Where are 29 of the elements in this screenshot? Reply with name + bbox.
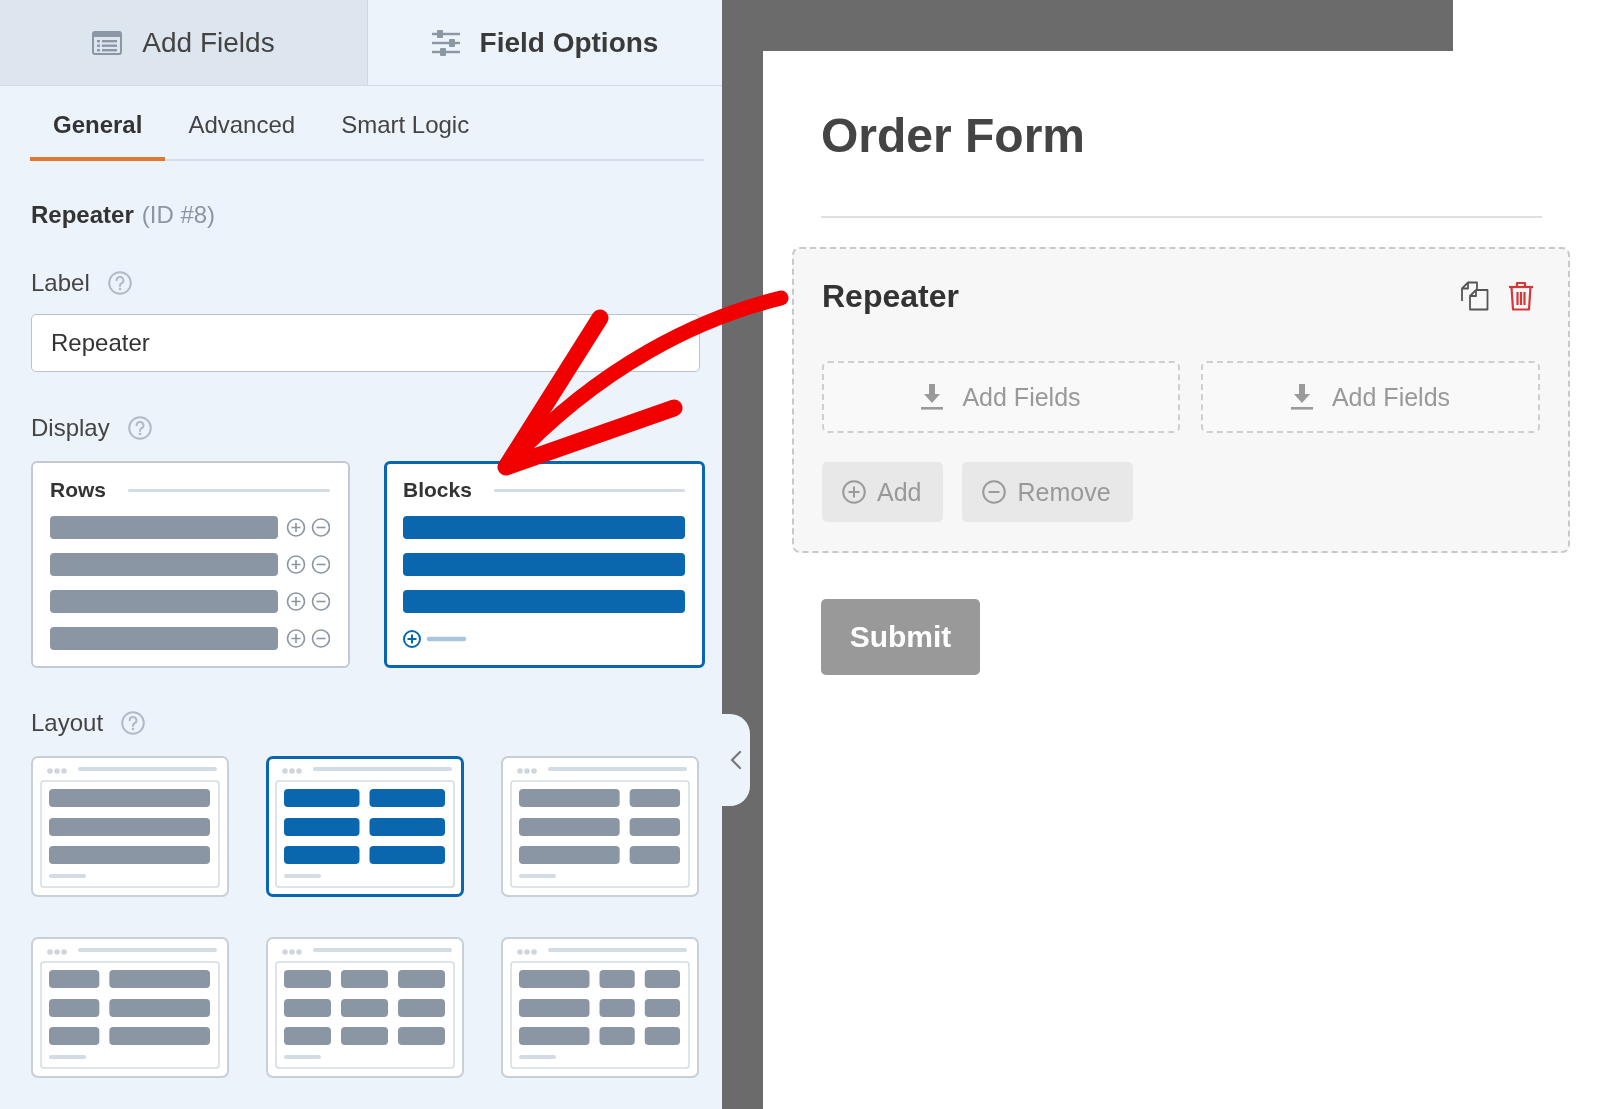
drop-zone-label: Add Fields bbox=[1331, 382, 1451, 412]
display-option[interactable]: Rows bbox=[31, 461, 350, 668]
tab[interactable]: General bbox=[30, 86, 166, 161]
help-icon bbox=[107, 271, 132, 295]
help-icon bbox=[127, 416, 152, 440]
setting-label: Display bbox=[31, 414, 110, 442]
plus-circle-icon bbox=[842, 480, 866, 504]
drop-zone-label: Add Fields bbox=[962, 382, 1081, 412]
setting-label: Label bbox=[31, 269, 90, 297]
download-icon bbox=[1290, 384, 1313, 410]
display-option[interactable]: Blocks bbox=[384, 461, 705, 668]
sliders-icon bbox=[431, 29, 460, 56]
field-name: Repeater bbox=[31, 201, 134, 229]
repeater-title: Repeater bbox=[822, 277, 959, 315]
chevron-left-icon bbox=[730, 750, 742, 770]
setting-label: Layout bbox=[31, 709, 104, 737]
label-input[interactable]: Repeater bbox=[31, 314, 700, 372]
form-title: Order Form bbox=[821, 108, 1086, 164]
collapse-handle[interactable] bbox=[722, 714, 750, 806]
download-icon bbox=[921, 384, 944, 410]
panel-tab[interactable]: Add Fields bbox=[0, 0, 368, 85]
tab[interactable]: Advanced bbox=[165, 86, 319, 161]
copy-icon[interactable] bbox=[1460, 281, 1489, 311]
field-id: (ID #8) bbox=[141, 201, 216, 229]
minus-circle-icon bbox=[982, 480, 1007, 504]
help-icon bbox=[121, 711, 146, 735]
list-icon bbox=[92, 30, 123, 55]
tab[interactable]: Smart Logic bbox=[318, 86, 493, 161]
trash-icon[interactable] bbox=[1508, 281, 1534, 311]
